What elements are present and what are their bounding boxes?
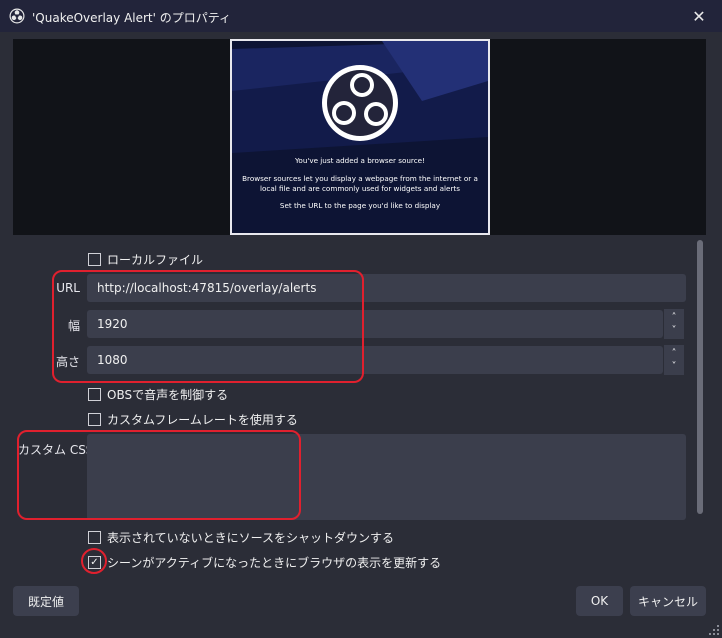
height-increment-icon[interactable]: ˄	[664, 346, 684, 360]
form-scrollbar[interactable]	[696, 240, 704, 576]
width-input[interactable]: 1920	[87, 310, 663, 338]
shutdown-source-checkbox[interactable]: 表示されていないときにソースをシャットダウンする	[88, 529, 394, 546]
preview-heading: You've just added a browser source!	[294, 156, 425, 165]
control-audio-checkbox[interactable]: OBSで音声を制御する	[88, 386, 228, 403]
custom-framerate-label: カスタムフレームレートを使用する	[107, 413, 298, 427]
url-label: URL	[56, 281, 80, 295]
checkbox-box[interactable]	[88, 531, 101, 544]
window-title: 'QuakeOverlay Alert' のプロパティ	[32, 11, 232, 25]
checkbox-box-checked[interactable]: ✓	[88, 556, 101, 569]
control-audio-label: OBSで音声を制御する	[107, 388, 229, 402]
width-decrement-icon[interactable]: ˅	[664, 323, 684, 337]
local-file-label: ローカルファイル	[107, 253, 204, 267]
checkbox-box[interactable]	[88, 253, 101, 266]
refresh-browser-label: シーンがアクティブになったときにブラウザの表示を更新する	[107, 556, 442, 570]
height-spinner[interactable]: ˄ ˅	[664, 345, 684, 375]
shutdown-source-label: 表示されていないときにソースをシャットダウンする	[107, 531, 395, 545]
scrollbar-thumb[interactable]	[697, 240, 703, 514]
height-input[interactable]: 1080	[87, 346, 663, 374]
close-button[interactable]: ✕	[676, 0, 722, 32]
checkbox-box[interactable]	[88, 388, 101, 401]
checkmark-icon: ✓	[90, 557, 99, 568]
resize-grip-icon[interactable]	[709, 625, 719, 635]
width-spinner[interactable]: ˄ ˅	[664, 309, 684, 339]
browser-preview-frame: You've just added a browser source! Brow…	[230, 39, 490, 235]
local-file-checkbox[interactable]: ローカルファイル	[88, 251, 203, 268]
ok-button[interactable]: OK	[576, 586, 623, 616]
dialog-client: You've just added a browser source! Brow…	[0, 32, 722, 638]
url-input[interactable]: http://localhost:47815/overlay/alerts	[87, 274, 686, 302]
height-label: 高さ	[55, 355, 80, 369]
checkbox-box[interactable]	[88, 413, 101, 426]
defaults-button[interactable]: 既定値	[13, 586, 79, 616]
custom-css-textarea[interactable]	[87, 434, 686, 520]
preview-description: Browser sources let you display a webpag…	[242, 174, 478, 193]
custom-css-label: カスタム CSS	[18, 443, 94, 457]
width-label: 幅	[67, 319, 80, 333]
preview-instruction: Set the URL to the page you'd like to di…	[279, 201, 441, 210]
obs-logo-icon	[9, 8, 25, 24]
width-increment-icon[interactable]: ˄	[664, 310, 684, 324]
height-decrement-icon[interactable]: ˅	[664, 359, 684, 373]
custom-framerate-checkbox[interactable]: カスタムフレームレートを使用する	[88, 411, 298, 428]
refresh-browser-checkbox[interactable]: ✓ シーンがアクティブになったときにブラウザの表示を更新する	[88, 554, 441, 571]
source-preview: You've just added a browser source! Brow…	[13, 39, 706, 235]
close-icon: ✕	[692, 6, 706, 26]
title-bar: 'QuakeOverlay Alert' のプロパティ ✕	[0, 0, 722, 32]
cancel-button[interactable]: キャンセル	[630, 586, 706, 616]
